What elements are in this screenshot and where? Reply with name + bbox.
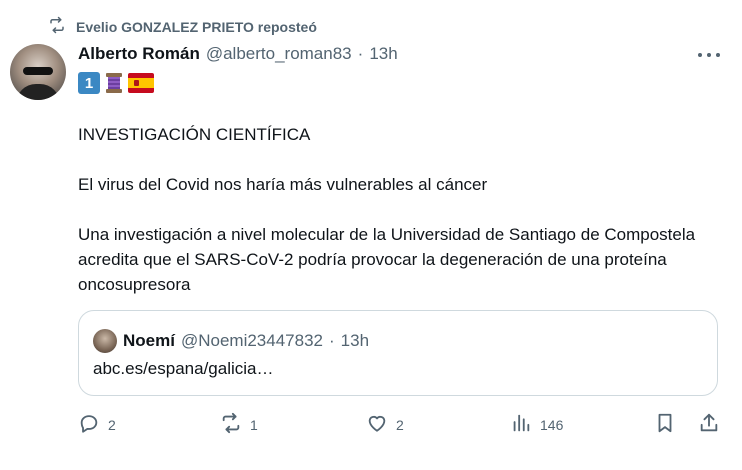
repost-button[interactable]: 1 bbox=[220, 412, 258, 437]
tweet-paragraph: El virus del Covid nos haría más vulnera… bbox=[78, 175, 488, 194]
tweet[interactable]: Evelio GONZALEZ PRIETO reposteó Alberto … bbox=[0, 0, 742, 470]
tweet-text: INVESTIGACIÓN CIENTÍFICA El virus del Co… bbox=[78, 122, 718, 297]
quoted-tweet-header: Noemí @Noemi23447832 · 13h bbox=[93, 329, 369, 353]
tweet-timestamp[interactable]: 13h bbox=[369, 44, 397, 64]
author-avatar[interactable] bbox=[10, 44, 66, 100]
spain-flag-emoji bbox=[128, 73, 154, 93]
thread-spool-emoji bbox=[103, 72, 125, 94]
tweet-header: Alberto Román @alberto_roman83 · 13h bbox=[78, 44, 398, 64]
tweet-paragraph: Una investigación a nivel molecular de l… bbox=[78, 225, 696, 294]
tweet-paragraph: INVESTIGACIÓN CIENTÍFICA bbox=[78, 125, 311, 144]
quoted-tweet-timestamp: 13h bbox=[340, 331, 370, 350]
repost-action-icon bbox=[220, 412, 242, 437]
like-button[interactable]: 2 bbox=[366, 412, 404, 437]
like-count: 2 bbox=[396, 416, 404, 433]
author-name[interactable]: Alberto Román bbox=[78, 44, 200, 64]
bookmark-button[interactable] bbox=[654, 412, 676, 437]
keycap-one-emoji: 1 bbox=[78, 72, 100, 94]
views-count: 146 bbox=[540, 416, 564, 433]
reply-count: 2 bbox=[108, 416, 116, 433]
repost-indicator[interactable]: Evelio GONZALEZ PRIETO reposteó bbox=[48, 16, 317, 37]
heart-icon bbox=[366, 412, 388, 437]
tweet-actions: 2 1 2 146 bbox=[78, 412, 718, 438]
quoted-tweet-card[interactable]: Noemí @Noemi23447832 · 13h abc.es/espana… bbox=[78, 310, 718, 396]
repost-text: Evelio GONZALEZ PRIETO reposteó bbox=[76, 18, 317, 35]
more-options-icon[interactable] bbox=[698, 46, 720, 64]
repost-count: 1 bbox=[250, 416, 258, 433]
reply-button[interactable]: 2 bbox=[78, 412, 116, 437]
quoted-header-separator: · bbox=[329, 331, 335, 350]
author-handle[interactable]: @alberto_roman83 bbox=[206, 44, 352, 64]
reply-icon bbox=[78, 412, 100, 437]
share-button[interactable] bbox=[698, 412, 720, 437]
share-icon bbox=[698, 412, 720, 437]
header-separator: · bbox=[357, 44, 364, 63]
bookmark-icon bbox=[654, 412, 676, 437]
views-button[interactable]: 146 bbox=[510, 412, 563, 437]
quoted-author-handle: @Noemi23447832 bbox=[180, 331, 323, 350]
bar-chart-icon bbox=[510, 412, 532, 437]
author-emoji-badges: 1 bbox=[78, 72, 154, 94]
quoted-author-name: Noemí bbox=[123, 331, 175, 350]
quoted-tweet-text: abc.es/espana/galicia… bbox=[93, 359, 274, 378]
quoted-author-avatar bbox=[93, 329, 117, 353]
repost-icon bbox=[48, 16, 66, 37]
